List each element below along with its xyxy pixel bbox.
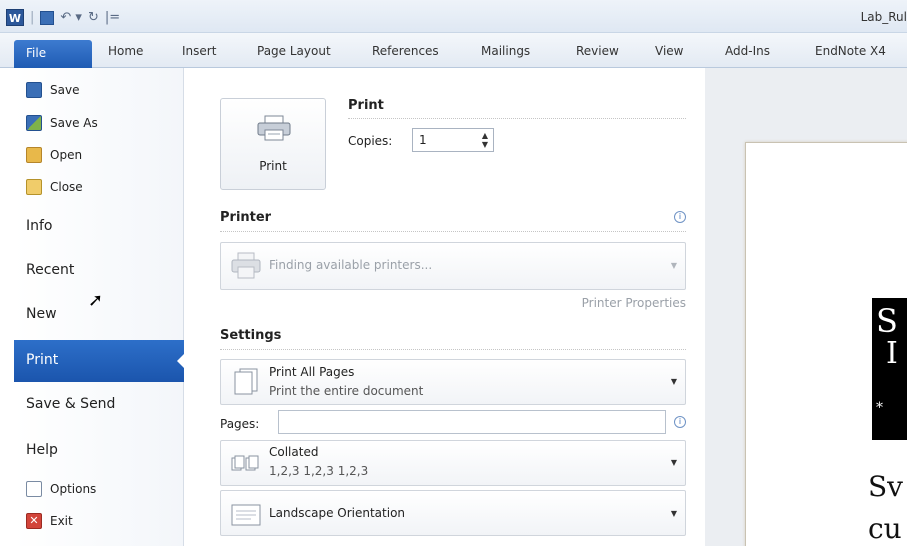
nav-info[interactable]: Info <box>26 218 53 234</box>
printer-status: Finding available printers... <box>269 258 433 272</box>
nav-save-label: Save <box>50 83 80 97</box>
nav-options-label: Options <box>50 482 97 496</box>
printer-info-icon[interactable]: i <box>674 211 686 223</box>
pages-dropdown-arrow-icon: ▼ <box>670 377 677 386</box>
orientation-title: Landscape Orientation <box>269 506 406 520</box>
word-logo-icon[interactable]: W <box>6 9 24 26</box>
tab-references[interactable]: References <box>372 44 439 58</box>
pages-label: Pages: <box>220 417 260 431</box>
nav-open-label: Open <box>50 148 83 162</box>
preview-banner: S I * <box>872 298 907 440</box>
window-title: Lab_Rul <box>860 10 907 24</box>
tab-page-layout[interactable]: Page Layout <box>257 44 331 58</box>
print-pages-dropdown[interactable]: Print All Pages Print the entire documen… <box>220 359 686 405</box>
collated-icon <box>231 455 259 471</box>
print-panel: Print Print Copies: 1 ▲ ▼ Printer i Findi… <box>185 68 705 546</box>
preview-banner-mark: * <box>876 400 883 416</box>
nav-save-as-label: Save As <box>50 116 98 130</box>
mouse-cursor-icon: ➚ <box>88 290 104 311</box>
tab-endnote[interactable]: EndNote X4 <box>815 44 886 58</box>
printer-properties-link[interactable]: Printer Properties <box>582 296 686 310</box>
nav-open[interactable]: Open <box>26 147 82 163</box>
tab-add-ins[interactable]: Add-Ins <box>725 44 770 58</box>
nav-save[interactable]: Save <box>26 82 79 98</box>
print-pages-subtitle: Print the entire document <box>269 384 424 398</box>
pages-icon <box>234 368 258 395</box>
settings-heading: Settings <box>220 328 282 343</box>
tab-home[interactable]: Home <box>108 44 143 58</box>
collation-dropdown-arrow-icon: ▼ <box>670 458 677 467</box>
folder-close-icon <box>26 179 42 195</box>
print-button[interactable]: Print <box>220 98 326 190</box>
printer-icon <box>257 115 291 141</box>
print-button-label: Print <box>259 159 287 173</box>
printer-dropdown-arrow-icon: ▼ <box>670 261 677 270</box>
print-divider <box>348 118 686 119</box>
landscape-icon <box>231 504 261 526</box>
tab-file[interactable]: File <box>14 40 92 68</box>
orientation-dropdown[interactable]: Landscape Orientation ▼ <box>220 490 686 536</box>
copies-value: 1 <box>419 133 427 147</box>
title-bar: W | ↶ ▾ ↻ |= Lab_Rul <box>0 0 907 33</box>
settings-divider <box>220 349 686 350</box>
nav-new[interactable]: New <box>26 306 57 322</box>
nav-options[interactable]: Options <box>26 481 96 497</box>
nav-print[interactable]: Print <box>14 340 185 382</box>
nav-close-label: Close <box>50 180 83 194</box>
nav-save-as[interactable]: Save As <box>26 115 98 131</box>
nav-exit[interactable]: ✕ Exit <box>26 513 73 529</box>
quick-access-toolbar: W | ↶ ▾ ↻ |= <box>6 9 120 26</box>
preview-banner-line2: I <box>886 336 898 371</box>
collated-subtitle: 1,2,3 1,2,3 1,2,3 <box>269 464 369 478</box>
save-as-icon <box>26 115 42 131</box>
pages-input[interactable] <box>278 410 666 434</box>
undo-icon[interactable]: ↶ ▾ <box>60 10 82 25</box>
copies-label: Copies: <box>348 134 393 148</box>
print-pages-title: Print All Pages <box>269 365 355 379</box>
printer-dropdown[interactable]: Finding available printers... ▼ <box>220 242 686 290</box>
collation-dropdown[interactable]: Collated 1,2,3 1,2,3 1,2,3 ▼ <box>220 440 686 486</box>
spin-arrows-icon[interactable]: ▲ ▼ <box>482 131 488 149</box>
nav-recent[interactable]: Recent <box>26 262 74 278</box>
redo-icon[interactable]: ↻ <box>88 10 99 25</box>
nav-help[interactable]: Help <box>26 442 58 458</box>
nav-save-send[interactable]: Save & Send <box>26 396 115 412</box>
tab-insert[interactable]: Insert <box>182 44 216 58</box>
copies-stepper[interactable]: 1 ▲ ▼ <box>412 128 494 152</box>
options-icon <box>26 481 42 497</box>
tab-review[interactable]: Review <box>576 44 619 58</box>
tab-view[interactable]: View <box>655 44 683 58</box>
folder-open-icon <box>26 147 42 163</box>
print-heading: Print <box>348 98 384 113</box>
preview-text-line1: Sv <box>868 470 903 503</box>
qat-separator: | <box>30 10 35 25</box>
nav-close[interactable]: Close <box>26 179 83 195</box>
save-quick-icon[interactable] <box>40 10 55 25</box>
printer-heading: Printer <box>220 210 272 225</box>
preview-text-line2: cu <box>868 512 902 545</box>
collated-title: Collated <box>269 445 319 459</box>
exit-icon: ✕ <box>26 513 42 529</box>
ribbon-tabs: File Home Insert Page Layout References … <box>0 33 907 68</box>
preview-banner-line1: S <box>876 302 898 340</box>
customize-qat-icon[interactable]: |= <box>105 10 120 25</box>
pages-info-icon[interactable]: i <box>674 416 686 428</box>
printer-disabled-icon <box>231 252 261 279</box>
tab-mailings[interactable]: Mailings <box>481 44 530 58</box>
save-icon <box>26 82 42 98</box>
orientation-dropdown-arrow-icon: ▼ <box>670 509 677 518</box>
nav-exit-label: Exit <box>50 514 73 528</box>
printer-divider <box>220 231 686 232</box>
